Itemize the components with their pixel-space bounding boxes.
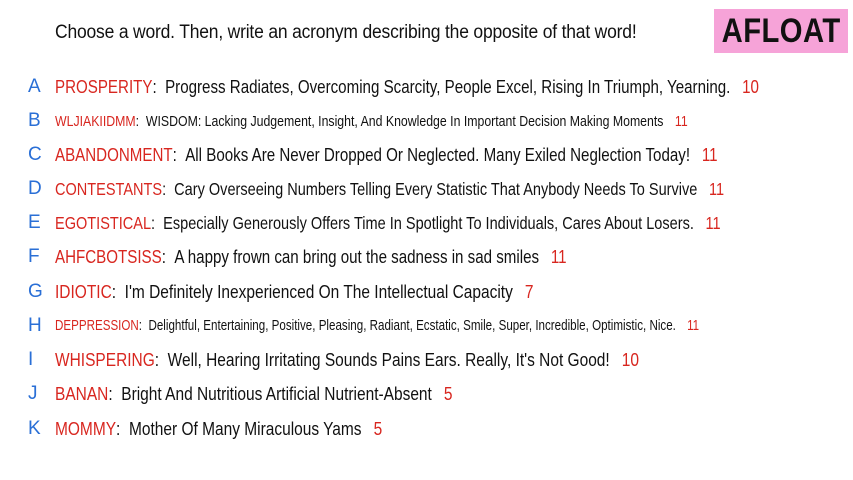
item-acronym-text: I'm Definitely Inexperienced On The Inte… — [124, 281, 513, 302]
item-word: WHISPERING — [55, 349, 155, 370]
item-content: WLJIAKIIDMM: WISDOM: Lacking Judgement, … — [55, 113, 688, 130]
item-letter: K — [28, 418, 41, 439]
item-word: EGOTISTICAL — [55, 212, 152, 233]
item-word: CONTESTANTS — [55, 178, 163, 199]
item-count: 5 — [443, 383, 453, 404]
item-content: ABANDONMENT: All Books Are Never Dropped… — [55, 145, 718, 166]
badge-word: AFLOAT — [721, 11, 841, 50]
item-separator: : — [151, 212, 164, 233]
item-separator: : — [172, 144, 186, 165]
item-separator: : — [162, 178, 175, 199]
item-count: 5 — [373, 418, 383, 439]
prompt-text: Choose a word. Then, write an acronym de… — [55, 22, 637, 43]
item-separator: : — [116, 418, 129, 439]
item-count: 11 — [687, 318, 700, 334]
item-acronym-text: Delightful, Entertaining, Positive, Plea… — [148, 318, 676, 334]
item-content: PROSPERITY: Progress Radiates, Overcomin… — [55, 77, 759, 98]
item-separator: : — [154, 349, 168, 370]
item-count: 11 — [708, 178, 725, 199]
item-word: ABANDONMENT — [55, 144, 173, 165]
item-content: MOMMY: Mother Of Many Miraculous Yams 5 — [55, 419, 382, 440]
item-separator: : — [161, 246, 175, 267]
item-content: IDIOTIC: I'm Definitely Inexperienced On… — [55, 282, 533, 303]
item-letter: C — [28, 144, 42, 165]
item-letter: D — [28, 178, 42, 199]
item-letter: I — [28, 349, 34, 370]
item-letter: E — [28, 212, 41, 233]
item-acronym-text: Mother Of Many Miraculous Yams — [128, 418, 362, 439]
item-content: WHISPERING: Well, Hearing Irritating Sou… — [55, 350, 639, 371]
item-word: PROSPERITY — [55, 76, 153, 97]
item-word: WLJIAKIIDMM — [55, 112, 136, 130]
item-word: DEPPRESSION — [55, 318, 139, 334]
item-letter: F — [28, 246, 40, 267]
item-count: 10 — [621, 349, 639, 370]
item-word: AHFCBOTSISS — [55, 246, 162, 267]
item-letter: G — [28, 281, 43, 302]
item-separator: : — [111, 281, 125, 302]
item-count: 10 — [742, 76, 759, 97]
item-separator: : — [152, 76, 166, 97]
item-acronym-text: WISDOM: Lacking Judgement, Insight, And … — [145, 112, 664, 130]
item-word: MOMMY — [55, 418, 117, 439]
item-acronym-text: Well, Hearing Irritating Sounds Pains Ea… — [167, 349, 610, 370]
item-word: IDIOTIC — [55, 281, 112, 302]
item-acronym-text: Progress Radiates, Overcoming Scarcity, … — [165, 76, 731, 97]
item-word: BANAN — [55, 383, 109, 404]
item-acronym-text: All Books Are Never Dropped Or Neglected… — [185, 144, 691, 165]
item-content: AHFCBOTSISS: A happy frown can bring out… — [55, 247, 567, 268]
item-acronym-text: Cary Overseeing Numbers Telling Every St… — [174, 178, 698, 199]
item-acronym-text: Bright And Nutritious Artificial Nutrien… — [121, 383, 432, 404]
item-count: 11 — [550, 246, 567, 267]
item-separator: : — [135, 112, 146, 130]
word-badge: AFLOAT — [714, 9, 848, 53]
item-content: BANAN: Bright And Nutritious Artificial … — [55, 384, 453, 405]
item-content: DEPPRESSION: Delightful, Entertaining, P… — [55, 318, 699, 334]
item-content: EGOTISTICAL: Especially Generously Offer… — [55, 213, 721, 234]
item-count: 11 — [674, 112, 688, 130]
item-acronym-text: A happy frown can bring out the sadness … — [174, 246, 540, 267]
item-separator: : — [138, 318, 149, 334]
item-letter: H — [28, 315, 42, 336]
item-count: 11 — [701, 144, 718, 165]
item-count: 11 — [705, 212, 721, 233]
item-letter: B — [28, 110, 41, 131]
item-acronym-text: Especially Generously Offers Time In Spo… — [163, 212, 694, 233]
item-separator: : — [108, 383, 122, 404]
item-count: 7 — [524, 281, 534, 302]
item-content: CONTESTANTS: Cary Overseeing Numbers Tel… — [55, 179, 724, 200]
item-letter: A — [28, 76, 41, 97]
item-letter: J — [28, 383, 38, 404]
